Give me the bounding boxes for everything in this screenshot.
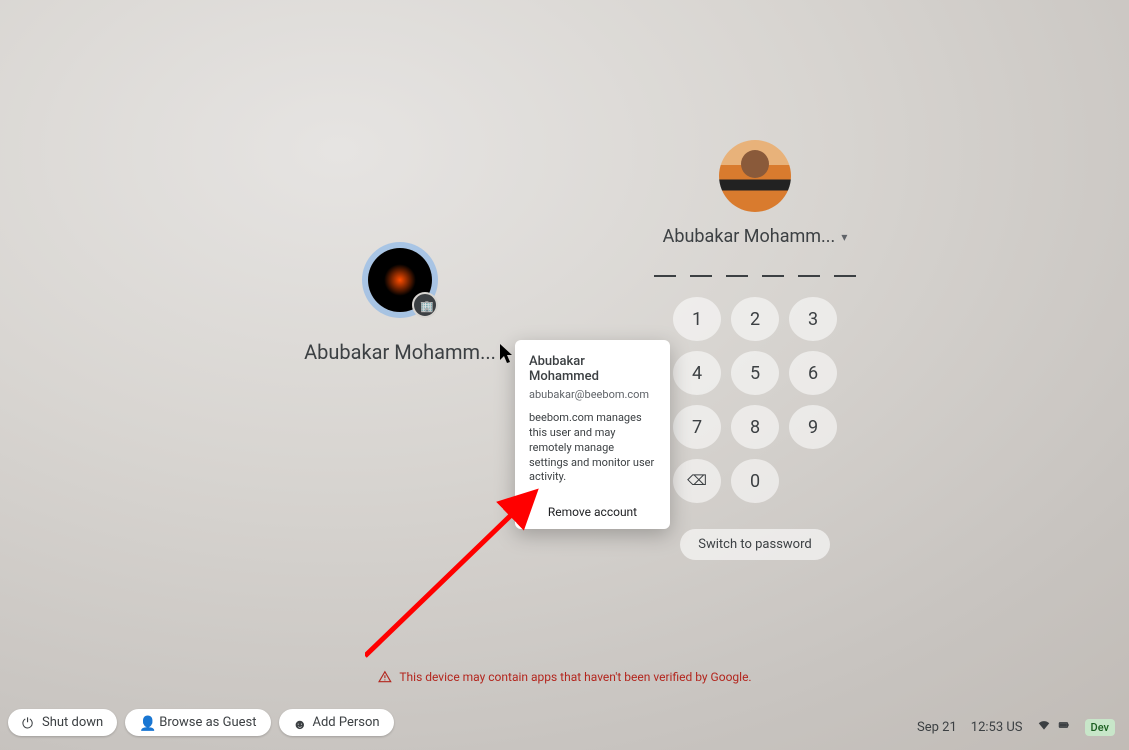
pin-key-8[interactable]: 8 xyxy=(731,405,779,449)
power-icon: ⏻ xyxy=(22,716,36,730)
pin-key-5[interactable]: 5 xyxy=(731,351,779,395)
wifi-icon xyxy=(1037,718,1051,736)
unverified-apps-warning: This device may contain apps that haven'… xyxy=(377,670,751,684)
user-card-secondary[interactable]: 🏢 Abubakar Mohamm... xyxy=(300,248,500,364)
status-time-locale: 12:53 US xyxy=(971,720,1023,735)
status-date: Sep 21 xyxy=(917,720,957,735)
status-icons xyxy=(1037,718,1071,736)
pin-key-1[interactable]: 1 xyxy=(673,297,721,341)
warning-text: This device may contain apps that haven'… xyxy=(399,670,751,684)
pin-key-backspace[interactable]: ⌫ xyxy=(673,459,721,503)
pin-key-0[interactable]: 0 xyxy=(731,459,779,503)
popover-account-name: Abubakar Mohammed xyxy=(529,354,656,384)
user-picker-button[interactable]: Abubakar Mohamm... ▾ xyxy=(663,226,848,247)
guest-icon: 👤 xyxy=(139,716,153,730)
pin-key-3[interactable]: 3 xyxy=(789,297,837,341)
add-person-label: Add Person xyxy=(313,715,380,730)
warning-triangle-icon xyxy=(377,670,391,684)
pin-key-6[interactable]: 6 xyxy=(789,351,837,395)
shelf-left-actions: ⏻ Shut down 👤 Browse as Guest ☻ Add Pers… xyxy=(8,709,394,736)
pin-keypad: 1 2 3 4 5 6 7 8 9 ⌫ 0 xyxy=(671,297,839,503)
pin-key-7[interactable]: 7 xyxy=(673,405,721,449)
user-name-secondary: Abubakar Mohamm... xyxy=(300,340,500,364)
avatar-secondary: 🏢 xyxy=(368,248,432,312)
battery-icon xyxy=(1057,718,1071,736)
shut-down-button[interactable]: ⏻ Shut down xyxy=(8,709,117,736)
status-area[interactable]: Sep 21 12:53 US Dev xyxy=(917,718,1115,736)
shut-down-label: Shut down xyxy=(42,715,103,730)
pin-key-empty xyxy=(789,459,837,503)
dev-mode-badge: Dev xyxy=(1085,719,1115,736)
switch-to-password-button[interactable]: Switch to password xyxy=(680,529,829,560)
add-person-button[interactable]: ☻ Add Person xyxy=(279,709,394,736)
browse-as-guest-button[interactable]: 👤 Browse as Guest xyxy=(125,709,270,736)
chevron-down-icon: ▾ xyxy=(841,230,847,244)
user-name-primary: Abubakar Mohamm... xyxy=(663,226,836,247)
remove-account-button[interactable]: Remove account xyxy=(529,497,656,519)
pin-input-display xyxy=(630,275,880,277)
avatar-primary xyxy=(719,140,791,212)
popover-management-text: beebom.com manages this user and may rem… xyxy=(529,411,656,485)
add-person-icon: ☻ xyxy=(293,716,307,730)
pin-key-2[interactable]: 2 xyxy=(731,297,779,341)
account-dropdown-popover: Abubakar Mohammed abubakar@beebom.com be… xyxy=(515,340,670,529)
browse-as-guest-label: Browse as Guest xyxy=(159,715,256,730)
enterprise-badge-icon: 🏢 xyxy=(420,300,434,314)
popover-account-email: abubakar@beebom.com xyxy=(529,388,656,401)
pin-key-4[interactable]: 4 xyxy=(673,351,721,395)
pin-key-9[interactable]: 9 xyxy=(789,405,837,449)
